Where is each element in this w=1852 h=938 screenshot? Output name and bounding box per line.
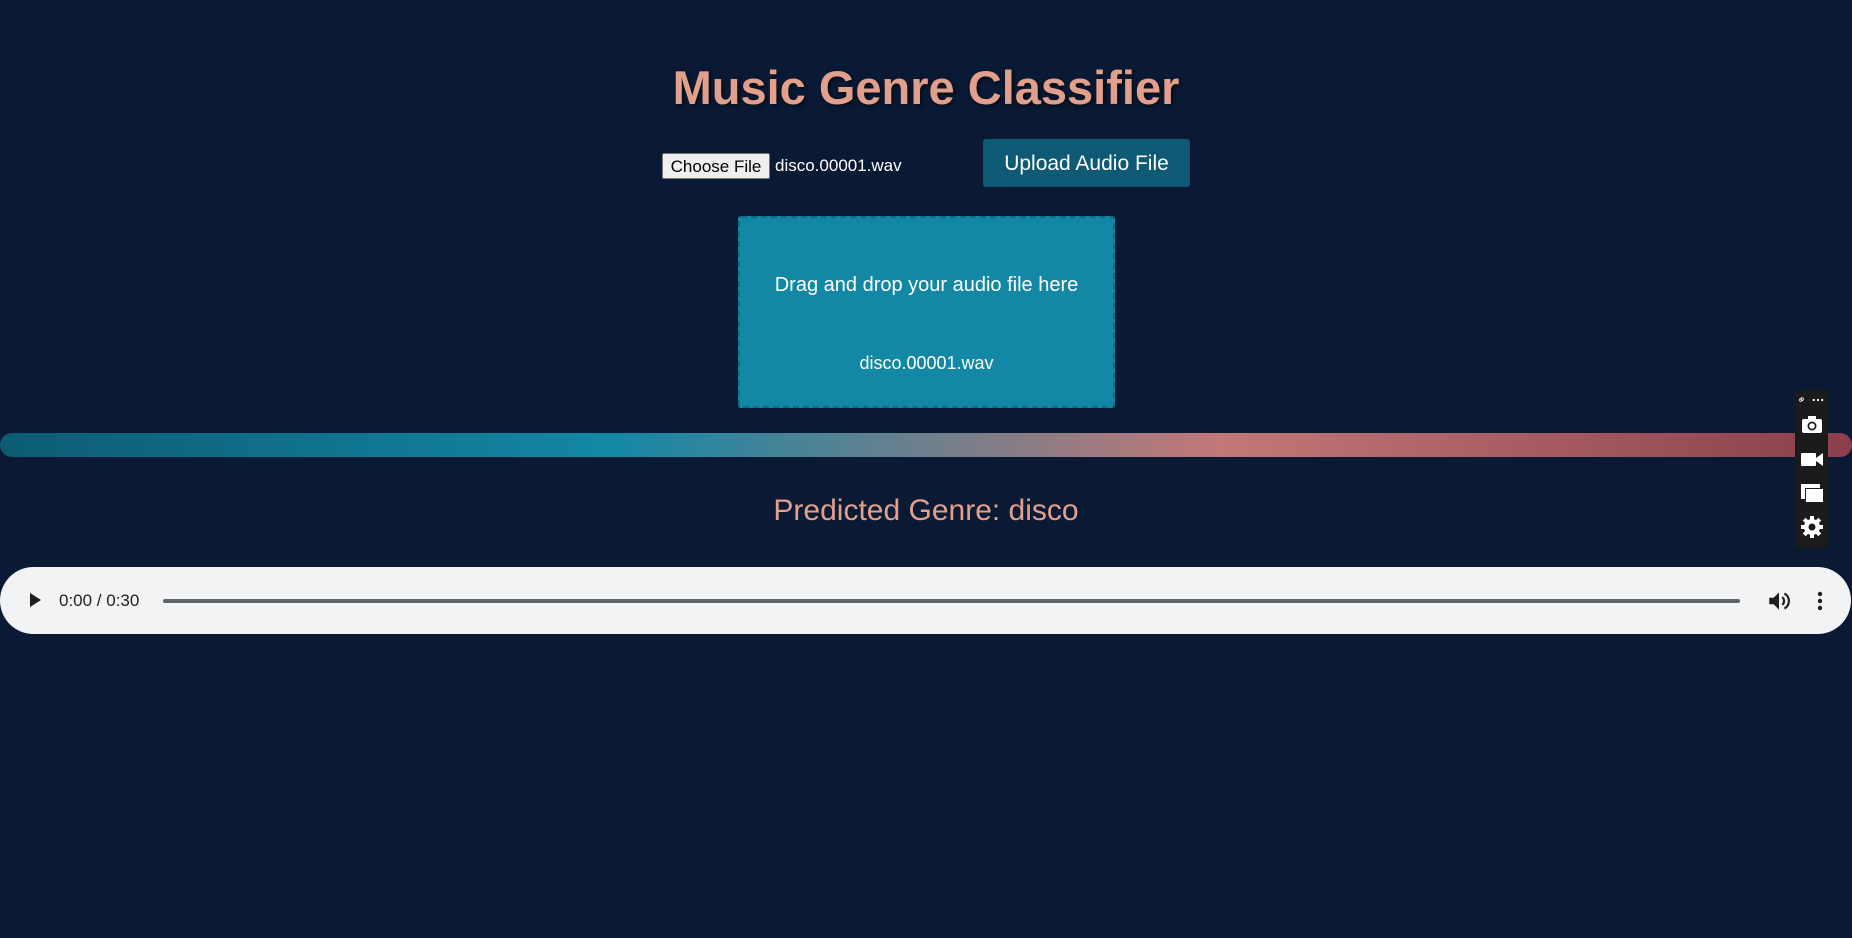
audio-player[interactable]: 0:00 / 0:30 [0,567,1851,634]
ellipsis-icon[interactable] [1812,393,1824,407]
seek-bar[interactable] [163,599,1740,603]
drop-zone[interactable]: Drag and drop your audio file here disco… [738,216,1115,408]
page-title: Music Genre Classifier [672,61,1180,114]
window-icon[interactable] [1799,480,1825,506]
drop-zone-file-name: disco.00001.wav [859,353,994,373]
link-icon[interactable] [1798,393,1810,407]
choose-file-button[interactable]: Choose File [662,153,770,179]
video-camera-icon[interactable] [1799,446,1825,472]
side-toolbar [1795,390,1828,548]
gear-icon[interactable] [1799,514,1825,540]
play-icon[interactable] [22,588,46,612]
drop-zone-instruction: Drag and drop your audio file here [774,274,1079,296]
more-vert-icon[interactable] [1808,588,1832,614]
gradient-divider [0,433,1852,457]
camera-icon[interactable] [1799,412,1825,438]
volume-icon[interactable] [1766,588,1792,614]
upload-audio-button[interactable]: Upload Audio File [983,139,1190,187]
selected-file-name: disco.00001.wav [775,156,902,175]
predicted-genre: Predicted Genre: disco [773,494,1079,527]
time-display: 0:00 / 0:30 [59,591,140,610]
page: Music Genre Classifier Choose File disco… [0,0,1852,938]
